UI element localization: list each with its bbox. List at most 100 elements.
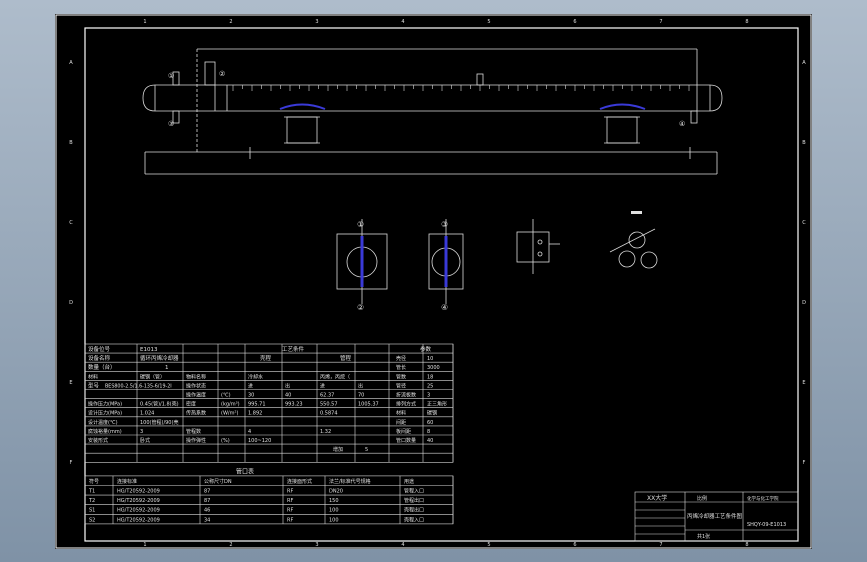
nozzle-cell: RF — [287, 508, 293, 514]
datasheet-cell: (℃) — [221, 393, 231, 399]
datasheet-right-value: 3 — [427, 393, 430, 399]
datasheet-right-value: 碳钢 — [427, 410, 437, 417]
datasheet-cell: 卧式 — [140, 437, 150, 444]
datasheet-header: 参数 — [420, 345, 432, 353]
datasheet-cell: 腐蚀裕量(mm) — [88, 428, 122, 435]
title-drawing-name: 丙烯冷却器工艺条件图 — [687, 512, 743, 520]
datasheet-cell: 100~120 — [248, 438, 271, 444]
datasheet-cell: (W/m²) — [221, 411, 238, 417]
border-letter-left: C — [69, 220, 73, 226]
nozzle-cell: RF — [287, 517, 293, 523]
datasheet-cell: 1.32 — [320, 429, 331, 435]
inner-frame — [84, 27, 799, 542]
datasheet-cell: (%) — [221, 438, 230, 444]
nozzle-cell: 87 — [204, 489, 210, 495]
datasheet-right-label: 板间距 — [396, 428, 411, 435]
datasheet-right-label: 管数 — [396, 373, 406, 380]
datasheet-cell: 1.024 — [140, 411, 154, 417]
title-sheet: 共1张 — [697, 533, 710, 540]
datasheet-cell: 安装形式 — [88, 437, 108, 444]
nozzle-header: 连接标准 — [117, 478, 137, 485]
datasheet-cell: 550.57 — [320, 402, 338, 408]
datasheet-cell: 操作温度 — [186, 392, 206, 399]
datasheet-cell: 62.37 — [320, 393, 334, 399]
nozzle-cell: 150 — [329, 498, 339, 504]
datasheet-cell: 4 — [248, 429, 251, 435]
datasheet-right-value: 10 — [427, 356, 433, 362]
border-letter-left: D — [69, 300, 73, 306]
nozzle-header: 用途 — [404, 478, 414, 485]
nozzle-detail-3 — [516, 219, 560, 274]
border-number-bottom: 8 — [745, 542, 748, 548]
nozzle-label-1: ① — [168, 72, 174, 80]
border-number-bottom: 6 — [573, 542, 576, 548]
nozzle-cell: 100 — [329, 517, 339, 523]
datasheet-right-value: 18 — [427, 374, 433, 380]
detail-1-top-mark: ① — [357, 220, 364, 229]
datasheet-value: 1 — [165, 365, 169, 371]
border-number-bottom: 3 — [315, 542, 318, 548]
datasheet-cell: 设计温度(℃) — [88, 419, 118, 426]
border-number-top: 2 — [229, 19, 232, 25]
nozzle-header: 公称尺寸DN — [204, 478, 232, 485]
border-number-top: 3 — [315, 19, 318, 25]
title-scale: 比例 — [697, 495, 707, 502]
border-number-top: 4 — [401, 19, 404, 25]
datasheet-right-label: 管口数量 — [396, 437, 416, 444]
nozzle-cell: 管程入口 — [404, 488, 424, 495]
datasheet-value: E1013 — [140, 347, 158, 353]
datasheet-label: 设备位号 — [88, 345, 111, 353]
datasheet-right-value: 正三角形 — [427, 401, 447, 408]
datasheet-value: BES800-2.5/1.6-135-6/19-2Ⅰ — [105, 383, 172, 389]
border-letter-right: A — [802, 60, 806, 66]
nozzle-header: 符号 — [89, 478, 99, 485]
border-letter-right: D — [802, 300, 806, 306]
datasheet-table: 设备位号 E1013 工艺条件 参数设备名称 循环丙烯冷却器 壳程 管程数量（台） 1 型号 BE… — [84, 343, 454, 463]
datasheet-cell: 进 — [248, 382, 253, 389]
detail-2-bottom-mark: ④ — [441, 303, 448, 312]
datasheet-cell: 0.45(管)/1.8(壳) — [140, 401, 179, 408]
datasheet-cell: 1005.37 — [358, 402, 379, 408]
datasheet-cell: 993.23 — [285, 402, 303, 408]
nozzle-cell: S2 — [89, 517, 95, 523]
datasheet-cell: 100(管程)/90(壳 — [140, 419, 178, 426]
exchanger-elevation-view — [142, 48, 723, 175]
nozzle-cell: 壳程入口 — [404, 516, 424, 523]
nozzle-label-4: ④ — [679, 120, 685, 128]
datasheet-right-label: 壳径 — [396, 355, 406, 362]
nozzle-cell: 100 — [329, 508, 339, 514]
datasheet-right-label: 管径 — [396, 382, 406, 389]
nozzle-table: 管口表符号 连接标准 公称尺寸DN 连接面形式 法兰/标准代号规格 用途 T1 HG/T205… — [84, 467, 454, 525]
border-letter-right: C — [802, 220, 806, 226]
datasheet-cell: 操作压力(MPa) — [88, 401, 122, 408]
datasheet-cell: 设计压力(MPa) — [88, 410, 122, 417]
datasheet-cell: 物料名称 — [186, 373, 206, 380]
datasheet-cell: 操作弹性 — [186, 437, 206, 444]
nozzle-cell: RF — [287, 498, 293, 504]
border-number-top: 1 — [143, 19, 146, 25]
border-letter-left: B — [69, 140, 73, 146]
datasheet-right-label: 管长 — [396, 364, 406, 371]
datasheet-cell: 40 — [285, 393, 291, 399]
nozzle-cell: HG/T20592-2009 — [117, 517, 160, 523]
datasheet-cell: 1.892 — [248, 411, 262, 417]
nozzle-cell: T1 — [88, 489, 95, 495]
datasheet-header: 管程 — [340, 354, 352, 362]
border-number-top: 6 — [573, 19, 576, 25]
nozzle-cell: RF — [287, 489, 293, 495]
border-number-bottom: 1 — [143, 542, 146, 548]
nozzle-header: 连接面形式 — [287, 478, 312, 485]
datasheet-cell: 丙烯，丙烷（ — [320, 373, 350, 380]
border-number-top: 7 — [659, 19, 662, 25]
border-number-bottom: 5 — [487, 542, 490, 548]
nozzle-header: 法兰/标准代号规格 — [329, 478, 371, 485]
datasheet-cell: 5 — [365, 447, 368, 453]
title-university: XX大学 — [647, 494, 667, 502]
datasheet-cell: 冷却水 — [248, 373, 263, 380]
datasheet-cell: 管程数 — [186, 428, 201, 435]
datasheet-right-value: 25 — [427, 383, 433, 389]
engineering-drawing: A AB BC CD DE EF F1122334455667788 ① ② ③… — [55, 14, 812, 549]
border-zone-marks: A AB BC CD DE EF F1122334455667788 — [69, 19, 806, 548]
nozzle-cell: 87 — [204, 498, 210, 504]
title-block: XX大学 比例 化学与化工学院丙烯冷却器工艺条件图 SHQY-09-E1013 共1张 — [634, 491, 799, 542]
